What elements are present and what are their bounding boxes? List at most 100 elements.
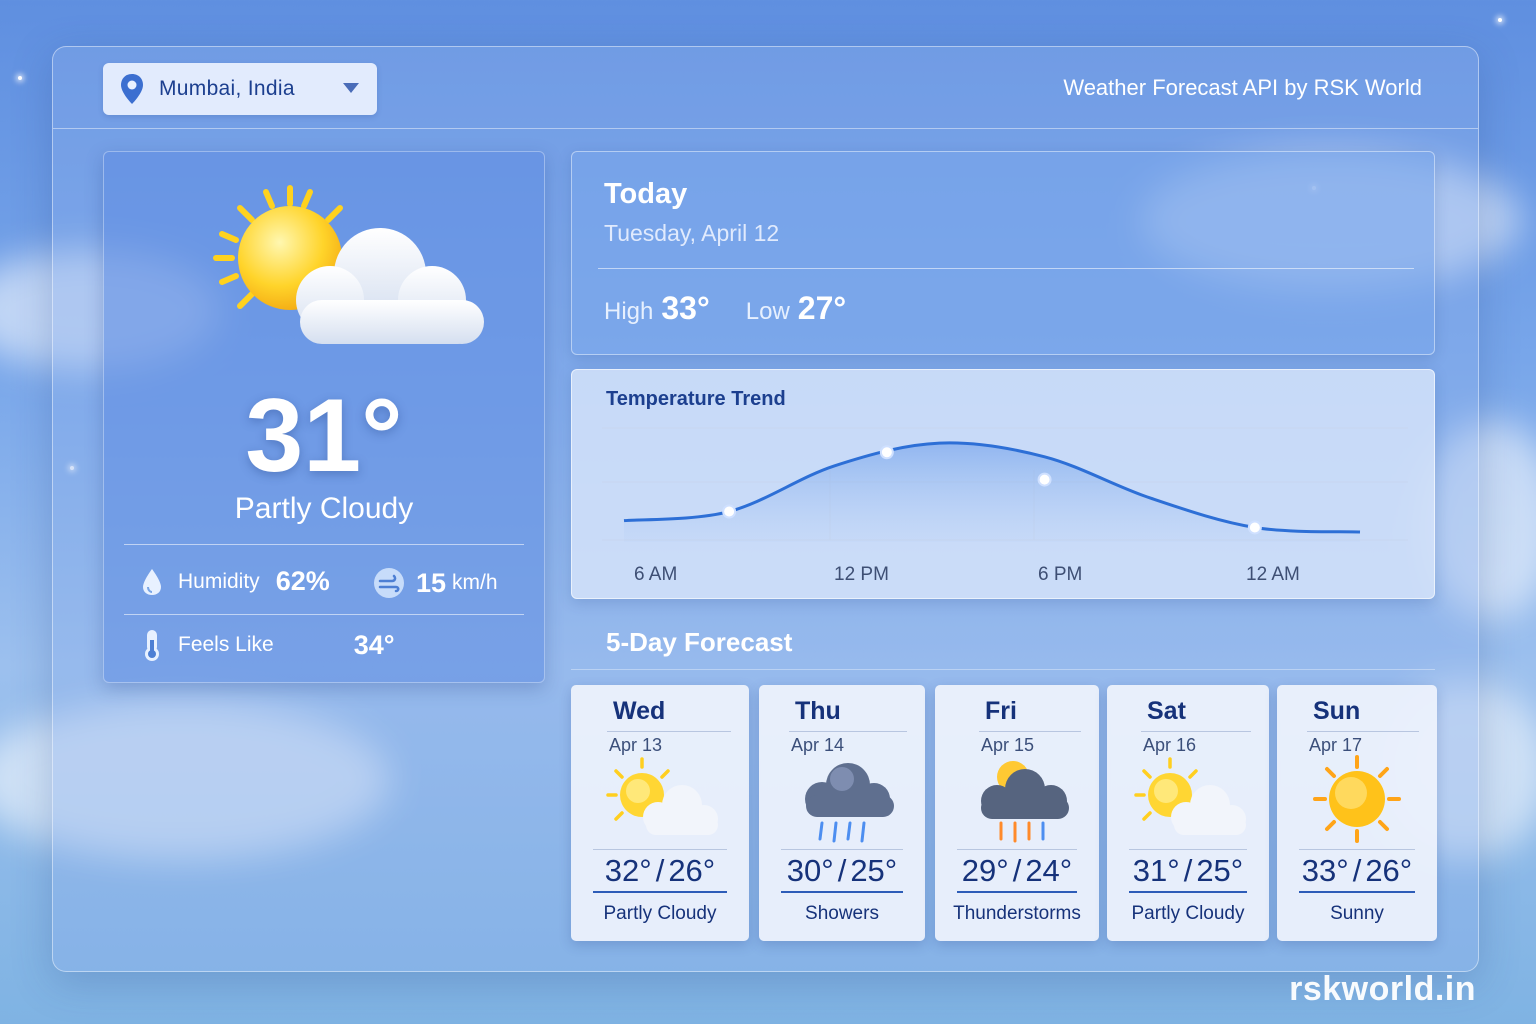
divider (124, 614, 524, 615)
forecast-condition: Partly Cloudy (1131, 903, 1245, 924)
feels-like-value: 34° (353, 629, 395, 660)
rain-cloud-icon (805, 763, 894, 843)
humidity-label: Humidity (178, 569, 260, 593)
forecast-temps: 32°/26° (571, 853, 749, 889)
location-selector[interactable]: Mumbai, India (103, 63, 377, 115)
divider (1299, 849, 1415, 850)
watermark: rskworld.in (1289, 970, 1476, 1008)
temperature-trend-card: Temperature Trend 6 AM 12 PM 6 PM 12 AM (571, 369, 1435, 599)
sun-icon (1313, 755, 1401, 843)
forecast-condition: Sunny (1330, 903, 1384, 924)
divider (593, 849, 727, 850)
forecast-low: 26° (1365, 853, 1413, 888)
forecast-day: Sat (1147, 697, 1186, 725)
today-date: Tuesday, April 12 (604, 220, 780, 246)
forecast-condition: Thunderstorms (953, 903, 1081, 924)
temp-separator: / (1183, 853, 1193, 888)
forecast-date: Apr 17 (1309, 735, 1363, 755)
forecast-low: 24° (1025, 853, 1073, 888)
forecast-temps: 29°/24° (935, 853, 1099, 889)
high-low-row: High 33° Low 27° (604, 290, 882, 327)
feels-like-label: Feels Like (178, 633, 274, 656)
divider (781, 891, 903, 893)
forecast-card-fri[interactable]: Fri Apr 15 29°/24° Thunderstorms (935, 685, 1099, 941)
forecast-day: Fri (985, 697, 1017, 725)
forecast-low: 25° (850, 853, 898, 888)
high-value: 33° (661, 290, 710, 326)
temperature-trend-chart: 6 AM 12 PM 6 PM 12 AM (602, 427, 1408, 585)
forecast-high: 33° (1301, 853, 1349, 888)
divider (571, 669, 1435, 670)
divider (1129, 849, 1247, 850)
temp-separator: / (655, 853, 665, 888)
divider (593, 891, 727, 893)
divider (1129, 891, 1247, 893)
today-card: Today Tuesday, April 12 High 33° Low 27° (571, 151, 1435, 355)
trend-marker (722, 504, 737, 519)
feels-like-stat: Feels Like 34° (140, 628, 395, 662)
forecast-temps: 30°/25° (759, 853, 925, 889)
divider (1307, 731, 1419, 732)
high-label: High (604, 298, 654, 325)
humidity-value: 62% (275, 566, 330, 596)
divider (789, 731, 907, 732)
dashboard-panel: Mumbai, India Weather Forecast API by RS… (52, 46, 1479, 972)
wind-unit: km/h (452, 571, 498, 594)
forecast-high: 30° (786, 853, 834, 888)
partly-cloudy-icon (606, 757, 718, 835)
forecast-date: Apr 15 (981, 735, 1035, 755)
x-tick-label: 6 AM (634, 564, 677, 585)
divider (1141, 731, 1251, 732)
forecast-card-sat[interactable]: Sat Apr 16 31°/25° Partly Cloudy (1107, 685, 1269, 941)
divider (598, 268, 1414, 269)
wind-icon (374, 568, 404, 598)
current-weather-card: 31° Partly Cloudy Humidity 62% 15 km/h F… (103, 151, 545, 683)
current-temperature: 31° (245, 378, 403, 494)
divider (979, 731, 1081, 732)
forecast-temps: 31°/25° (1107, 853, 1269, 889)
divider (124, 544, 524, 545)
trend-marker (879, 445, 894, 460)
divider (607, 731, 731, 732)
divider (781, 849, 903, 850)
x-tick-label: 12 PM (834, 564, 889, 585)
humidity-stat: Humidity 62% (140, 566, 330, 597)
divider (1299, 891, 1415, 893)
background-star (18, 76, 22, 80)
forecast-condition: Showers (805, 903, 879, 924)
thunderstorm-icon (981, 761, 1069, 843)
chevron-down-icon[interactable] (343, 83, 359, 93)
forecast-date: Apr 14 (791, 735, 845, 755)
forecast-low: 26° (668, 853, 716, 888)
divider (957, 891, 1077, 893)
brand-text: Weather Forecast API by RSK World (1063, 75, 1422, 100)
top-bar: Mumbai, India Weather Forecast API by RS… (53, 47, 1478, 129)
low-value: 27° (797, 290, 847, 326)
forecast-card-wed[interactable]: Wed Apr 13 32°/26° Partly Cloudy (571, 685, 749, 941)
trend-marker (1037, 472, 1052, 487)
temp-separator: / (1352, 853, 1362, 888)
temp-separator: / (1012, 853, 1022, 888)
x-tick-label: 6 PM (1038, 564, 1082, 585)
forecast-high: 31° (1132, 853, 1180, 888)
wind-value: 15 (416, 567, 447, 598)
partly-cloudy-icon (1134, 757, 1246, 835)
x-tick-label: 12 AM (1246, 564, 1300, 585)
thermometer-icon (145, 630, 159, 661)
low-label: Low (745, 298, 790, 325)
location-label: Mumbai, India (159, 77, 295, 100)
forecast-card-thu[interactable]: Thu Apr 14 30°/25° Showers (759, 685, 925, 941)
forecast-day: Sun (1313, 697, 1361, 725)
forecast-card-sun[interactable]: Sun Apr 17 33°/26° Sunny (1277, 685, 1437, 941)
forecast-high: 32° (604, 853, 652, 888)
background-star (1498, 18, 1502, 22)
current-condition: Partly Cloudy (234, 492, 414, 525)
forecast-day: Wed (613, 697, 666, 725)
wind-stat: 15 km/h (372, 566, 498, 600)
forecast-date: Apr 16 (1143, 735, 1197, 755)
forecast-temps: 33°/26° (1277, 853, 1437, 889)
trend-marker (1247, 520, 1262, 535)
water-drop-icon (143, 568, 161, 595)
partly-cloudy-icon (213, 185, 484, 344)
today-title: Today (604, 178, 688, 210)
